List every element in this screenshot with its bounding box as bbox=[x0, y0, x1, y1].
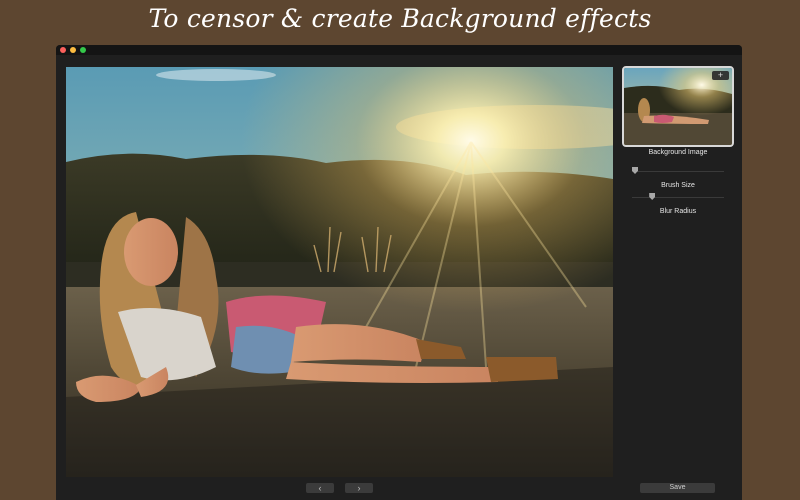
editing-canvas[interactable] bbox=[66, 67, 613, 477]
slider-track bbox=[632, 197, 724, 198]
slider-track bbox=[632, 171, 724, 172]
save-button[interactable]: Save bbox=[640, 483, 715, 493]
background-image-label: Background Image bbox=[648, 149, 708, 156]
plus-icon: + bbox=[717, 70, 724, 80]
photo-canvas-image bbox=[66, 67, 613, 477]
headline: To censor & create Background effects bbox=[148, 4, 652, 33]
title-bar bbox=[56, 45, 742, 55]
brush-size-slider[interactable] bbox=[632, 167, 724, 175]
blur-radius-slider[interactable] bbox=[632, 193, 724, 201]
slider-knob[interactable] bbox=[649, 193, 656, 200]
brush-size-label: Brush Size bbox=[661, 182, 695, 189]
blur-radius-label: Blur Radius bbox=[659, 208, 697, 215]
maximize-window-button[interactable] bbox=[80, 47, 86, 53]
background-image-thumbnail[interactable]: + bbox=[622, 66, 734, 147]
add-image-button[interactable]: + bbox=[712, 71, 729, 80]
chevron-left-icon: ‹ bbox=[318, 483, 322, 493]
slider-knob[interactable] bbox=[632, 167, 638, 174]
minimize-window-button[interactable] bbox=[70, 47, 76, 53]
close-window-button[interactable] bbox=[60, 47, 66, 53]
chevron-right-icon: › bbox=[357, 483, 361, 493]
app-window: ‹ › + Background Image Brush Size Blur R… bbox=[56, 45, 742, 500]
next-button[interactable]: › bbox=[345, 483, 373, 493]
previous-button[interactable]: ‹ bbox=[306, 483, 334, 493]
